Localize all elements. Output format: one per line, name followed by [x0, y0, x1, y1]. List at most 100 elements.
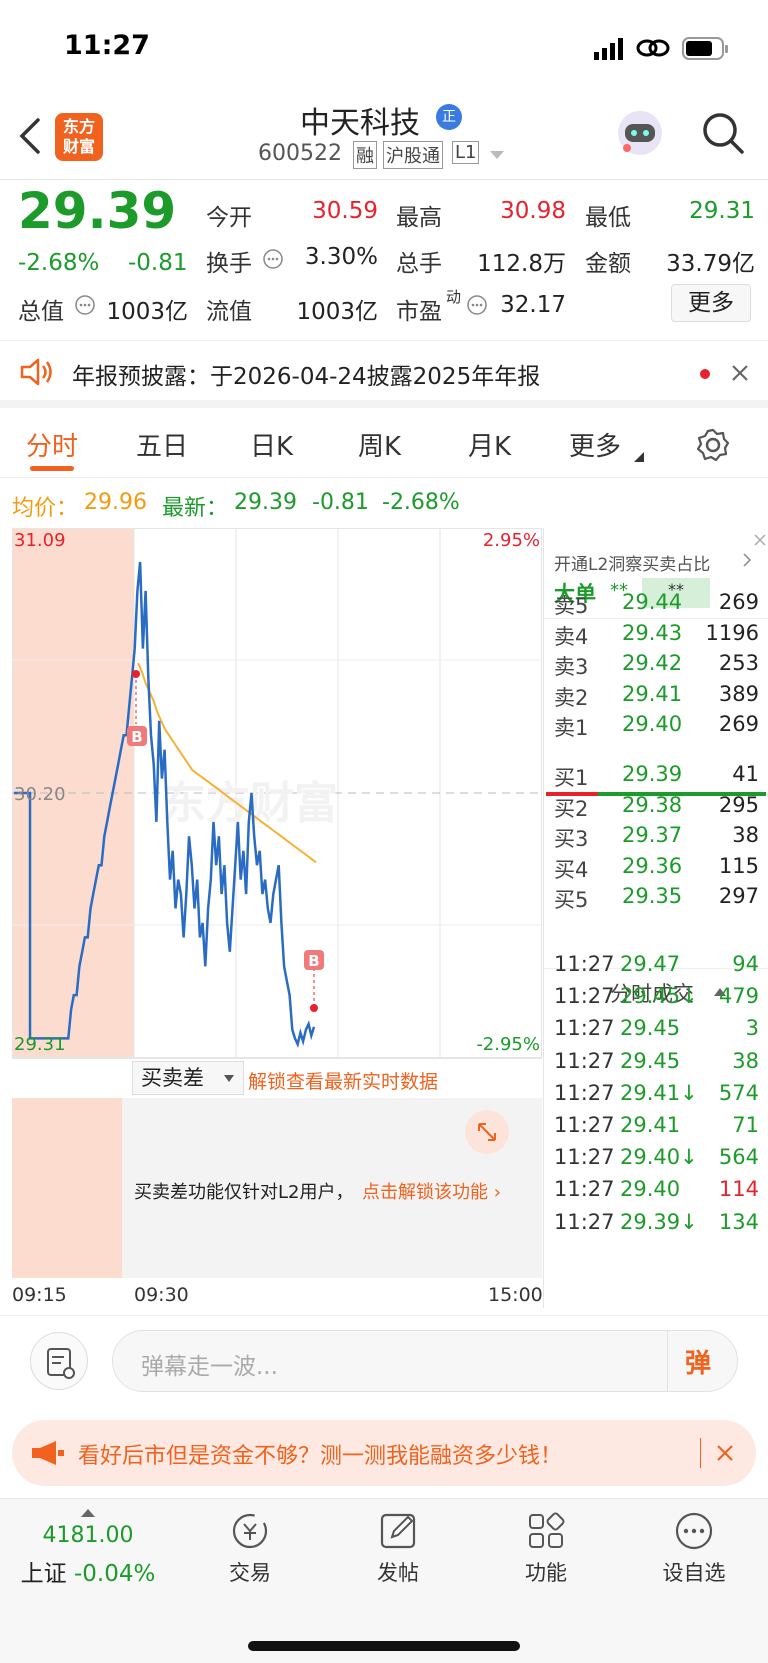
high-value: 30.98	[500, 198, 566, 224]
l2-promo[interactable]: 开通L2洞察买卖占比	[554, 550, 710, 575]
tab-intraday[interactable]: 分时	[26, 426, 78, 463]
stock-code: 600522	[258, 141, 342, 166]
notes-button[interactable]	[30, 1332, 88, 1390]
bid-row: 买2 29.38 295	[554, 793, 759, 823]
tab-more[interactable]: 更多	[569, 426, 621, 463]
intraday-chart[interactable]: 东方财富 31.09 30.20 29.31 2.95% -2.95% B B	[12, 528, 542, 1058]
tick-volume: 38	[732, 1048, 759, 1073]
robot-assistant-icon[interactable]	[615, 108, 665, 158]
close-icon[interactable]	[752, 532, 768, 548]
tick-row: 11:27 29.45 3	[554, 1016, 759, 1046]
y-max-label: 31.09	[14, 530, 66, 551]
amount-label: 金额	[585, 251, 631, 277]
avg-label: 均价：	[12, 496, 79, 521]
logo-text-1: 东方	[62, 117, 95, 136]
volume-value: 112.8万	[477, 251, 566, 277]
bid-volume: 295	[718, 792, 759, 817]
index-value: 4181.00	[42, 1523, 134, 1548]
tag-margin: 融	[353, 141, 377, 169]
tab-trade[interactable]: 交易	[190, 1511, 310, 1587]
tick-row: 11:27 29.47 94	[554, 952, 759, 982]
tick-time: 11:27	[554, 1080, 615, 1105]
tab-post[interactable]: 发帖	[338, 1511, 458, 1587]
close-icon[interactable]	[730, 363, 750, 383]
tab-function[interactable]: 功能	[486, 1511, 606, 1587]
current-price: 29.39	[18, 182, 177, 240]
unlock-link[interactable]: 解锁查看最新实时数据	[248, 1067, 438, 1094]
bid-volume: 38	[732, 823, 759, 847]
settings-gear-icon[interactable]	[696, 428, 730, 462]
bid-price: 29.37	[622, 823, 683, 847]
close-icon[interactable]	[716, 1444, 734, 1462]
ask-price: 29.42	[622, 651, 683, 675]
danmaku-button[interactable]: 弹	[685, 1343, 711, 1380]
tab-five-day[interactable]: 五日	[136, 426, 188, 463]
time-label-end: 15:00	[488, 1284, 543, 1306]
tab-monthly-k[interactable]: 月K	[468, 426, 511, 463]
ask-row: 卖4 29.43 1196	[554, 621, 759, 651]
time-label-start: 09:15	[12, 1284, 67, 1306]
ask-label: 卖1	[554, 716, 589, 740]
tick-row: 11:27 29.40 114	[554, 1177, 759, 1207]
tick-time: 11:27	[554, 1145, 615, 1170]
tab-watchlist[interactable]: 设自选	[634, 1511, 754, 1587]
tick-price: 29.40↓	[620, 1145, 698, 1170]
quote-panel: 29.39 -2.68% -0.81 今开 30.59 最高 30.98 最低 …	[0, 180, 768, 340]
locked-indicator-panel: 买卖差功能仅针对L2用户， 点击解锁该功能 ›	[12, 1098, 542, 1278]
info-icon[interactable]	[74, 294, 96, 316]
ask-row: 卖1 29.40 269	[554, 712, 759, 742]
ask-volume: 1196	[705, 620, 759, 645]
tab-daily-k[interactable]: 日K	[250, 426, 293, 463]
chevron-down-icon	[224, 1075, 234, 1082]
buy-marker-2[interactable]: B	[304, 950, 324, 1012]
more-dots-icon	[675, 1512, 713, 1550]
notes-settings-icon	[47, 1348, 75, 1379]
status-time: 11:27	[64, 30, 150, 61]
back-icon[interactable]	[18, 116, 42, 156]
tick-price: 29.40	[620, 1177, 681, 1202]
bid-row: 买5 29.35 297	[554, 884, 759, 914]
tick-price: 29.41↓	[620, 1080, 698, 1105]
comment-placeholder: 弹幕走一波...	[141, 1354, 278, 1380]
open-label: 今开	[206, 205, 252, 231]
index-widget[interactable]: 4181.00 上证 -0.04%	[18, 1509, 158, 1588]
dropdown-icon[interactable]	[490, 151, 504, 161]
search-icon[interactable]	[702, 112, 744, 156]
more-button[interactable]: 更多	[671, 284, 751, 322]
chart-tabs: 分时 五日 日K 周K 月K 更多	[0, 408, 768, 478]
change-amount: -0.81	[128, 250, 188, 276]
tab-function-label: 功能	[525, 1561, 567, 1585]
tick-price: 29.45	[620, 1048, 681, 1073]
tick-time: 11:27	[554, 1177, 615, 1202]
comment-input[interactable]: 弹幕走一波... 弹	[112, 1330, 738, 1392]
y-mid-label: 30.20	[14, 784, 66, 805]
tick-price: 29.45	[620, 1016, 681, 1041]
chart-canvas[interactable]: 东方财富 31.09 30.20 29.31 2.95% -2.95% B B	[12, 528, 542, 1058]
tick-volume: 3	[745, 1016, 759, 1041]
stock-name[interactable]: 中天科技	[300, 98, 420, 142]
ask-label: 卖4	[554, 624, 589, 649]
tab-weekly-k[interactable]: 周K	[358, 426, 401, 463]
tick-volume: 564	[718, 1145, 759, 1170]
tick-row: 11:27 29.40↓ 564	[554, 1145, 759, 1175]
promo-banner[interactable]: 看好后市但是资金不够？测一测我能融资多少钱！	[12, 1420, 756, 1486]
low-value: 29.31	[689, 198, 755, 224]
time-axis: 09:15 09:30 15:00	[12, 1280, 543, 1310]
tick-time: 11:27	[554, 952, 615, 976]
app-logo[interactable]: 东方 财富	[55, 113, 103, 161]
info-icon[interactable]	[262, 248, 284, 270]
change-percent: -2.68%	[18, 250, 100, 276]
notice-bar[interactable]: 年报预披露：于2026-04-24披露2025年年报	[0, 340, 768, 408]
bid-label: 买4	[554, 857, 589, 882]
signal-icon	[594, 38, 623, 60]
info-icon[interactable]	[466, 294, 488, 316]
lock-link[interactable]: 点击解锁该功能 ›	[362, 1178, 501, 1204]
index-change: -0.04%	[73, 1561, 156, 1587]
latest-change: -0.81	[312, 490, 369, 515]
expand-button[interactable]	[465, 1110, 509, 1154]
bid-row: 买1 29.39 41	[554, 762, 759, 792]
amount-value: 33.79亿	[666, 251, 755, 277]
lock-link-text: 点击解锁该功能	[362, 1182, 488, 1203]
chevron-right-icon	[743, 553, 752, 567]
pct-max-label: 2.95%	[483, 530, 540, 551]
